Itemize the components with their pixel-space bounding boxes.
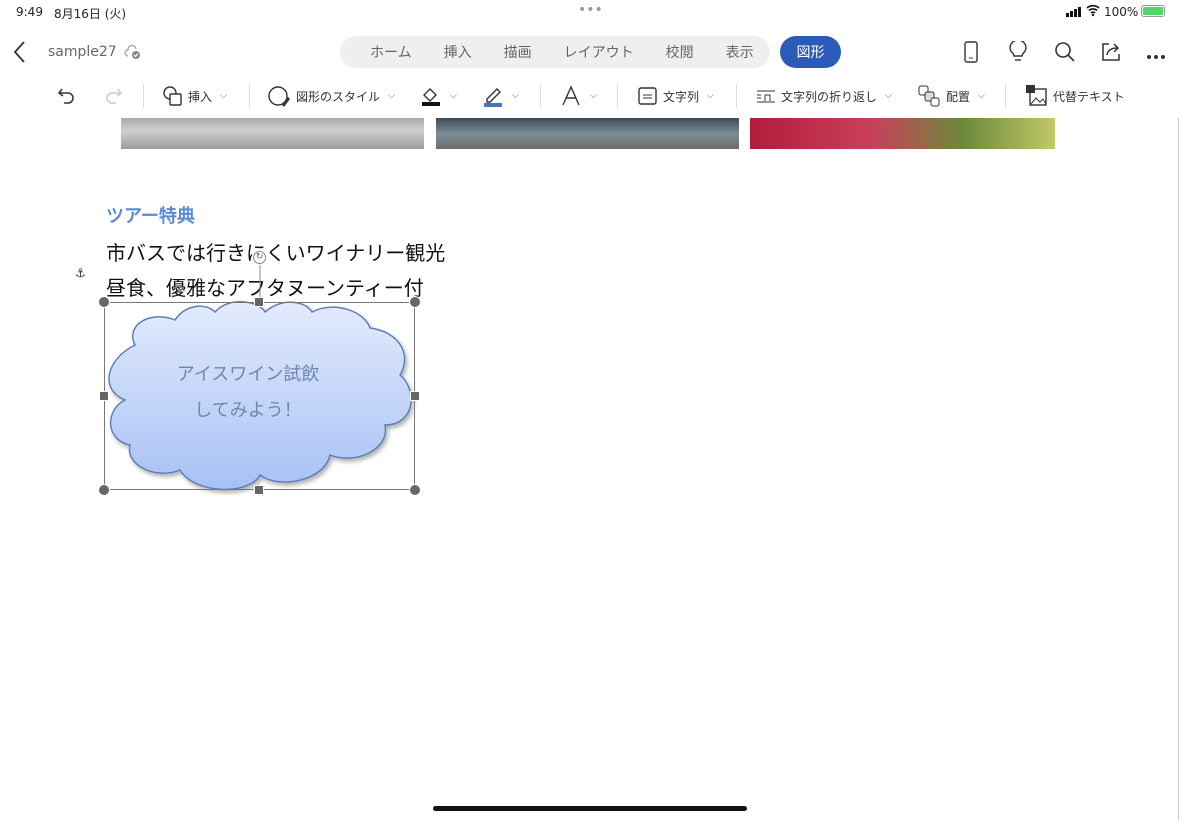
document-title[interactable]: sample27 bbox=[48, 44, 117, 60]
tab-draw[interactable]: 描画 bbox=[488, 42, 548, 62]
status-bar: 9:49 8月16日 (火) ••• 100% bbox=[0, 0, 1180, 24]
text-label: 文字列 bbox=[663, 89, 700, 104]
selection-box bbox=[104, 302, 415, 490]
divider bbox=[540, 84, 541, 108]
date: 8月16日 (火) bbox=[54, 7, 127, 21]
shape-style-label: 図形のスタイル bbox=[296, 89, 381, 104]
back-icon[interactable] bbox=[12, 40, 28, 68]
tab-review[interactable]: 校閲 bbox=[650, 42, 710, 62]
share-icon[interactable] bbox=[1100, 41, 1122, 67]
anchor-icon: ⚓ bbox=[75, 266, 86, 280]
text-box-icon bbox=[638, 87, 657, 105]
home-indicator[interactable] bbox=[433, 806, 747, 811]
lightbulb-icon[interactable] bbox=[1008, 39, 1028, 67]
phone-view-icon[interactable] bbox=[963, 41, 979, 67]
time: 9:49 bbox=[16, 5, 43, 19]
resize-handle-bottom[interactable] bbox=[254, 485, 264, 495]
redo-icon[interactable] bbox=[102, 85, 124, 111]
insert-shape-button[interactable]: 挿入 ⌵ bbox=[162, 80, 227, 112]
wifi-icon bbox=[1086, 3, 1100, 20]
arrange-icon bbox=[918, 85, 940, 107]
battery-icon bbox=[1141, 5, 1165, 17]
resize-handle-top[interactable] bbox=[254, 297, 264, 307]
wrap-text-icon bbox=[757, 90, 775, 103]
alt-text-label: 代替テキスト bbox=[1053, 89, 1125, 104]
divider bbox=[143, 84, 144, 108]
search-icon[interactable] bbox=[1054, 41, 1076, 67]
text-button[interactable]: 文字列 ⌵ bbox=[637, 80, 714, 112]
alt-text-icon bbox=[1026, 85, 1047, 106]
more-icon[interactable] bbox=[1146, 46, 1166, 65]
paint-bucket-icon bbox=[422, 88, 440, 106]
divider bbox=[617, 84, 618, 108]
ribbon-tabs: ホーム 挿入 描画 レイアウト 校閲 表示 bbox=[340, 36, 770, 68]
insert-label: 挿入 bbox=[188, 89, 213, 104]
resize-handle-bottom-left[interactable] bbox=[98, 484, 110, 496]
photo-flowers[interactable] bbox=[750, 118, 1055, 149]
tab-layout[interactable]: レイアウト bbox=[548, 42, 650, 62]
resize-handle-right[interactable] bbox=[410, 391, 420, 401]
line-color-button[interactable]: ⌵ bbox=[482, 80, 519, 112]
arrange-label: 配置 bbox=[946, 89, 971, 104]
photo-fountain[interactable] bbox=[436, 118, 739, 149]
wrap-text-button[interactable]: 文字列の折り返し ⌵ bbox=[755, 80, 892, 112]
rotate-handle-icon[interactable]: ↻ bbox=[253, 251, 266, 264]
divider bbox=[249, 84, 250, 108]
undo-icon[interactable] bbox=[56, 85, 78, 111]
resize-handle-left[interactable] bbox=[99, 391, 109, 401]
tab-home[interactable]: ホーム bbox=[354, 42, 428, 62]
arrange-button[interactable]: 配置 ⌵ bbox=[918, 80, 985, 112]
tab-shape[interactable]: 図形 bbox=[780, 36, 841, 68]
fill-color-button[interactable]: ⌵ bbox=[420, 80, 457, 112]
divider bbox=[736, 84, 737, 108]
alt-text-button[interactable]: 代替テキスト bbox=[1025, 80, 1125, 112]
wrap-label: 文字列の折り返し bbox=[781, 89, 878, 104]
section-heading: ツアー特典 bbox=[106, 206, 195, 227]
signal-icon bbox=[1066, 6, 1082, 17]
divider bbox=[1005, 84, 1006, 108]
resize-handle-top-right[interactable] bbox=[409, 296, 421, 308]
photo-street[interactable] bbox=[121, 118, 424, 149]
tab-view[interactable]: 表示 bbox=[710, 42, 770, 62]
shapes-icon bbox=[163, 86, 182, 106]
cloud-saved-icon[interactable] bbox=[124, 44, 142, 64]
shape-style-button[interactable]: 図形のスタイル ⌵ bbox=[268, 80, 395, 112]
pen-icon bbox=[484, 88, 502, 107]
tab-insert[interactable]: 挿入 bbox=[428, 42, 488, 62]
resize-handle-top-left[interactable] bbox=[98, 296, 110, 308]
text-effects-icon bbox=[562, 85, 580, 106]
resize-handle-bottom-right[interactable] bbox=[409, 484, 421, 496]
text-effects-button[interactable]: ⌵ bbox=[560, 80, 597, 112]
battery-percent: 100% bbox=[1104, 5, 1139, 19]
multitask-dots[interactable]: ••• bbox=[578, 2, 603, 18]
page-edge bbox=[1178, 118, 1179, 820]
shape-style-icon bbox=[268, 86, 290, 107]
